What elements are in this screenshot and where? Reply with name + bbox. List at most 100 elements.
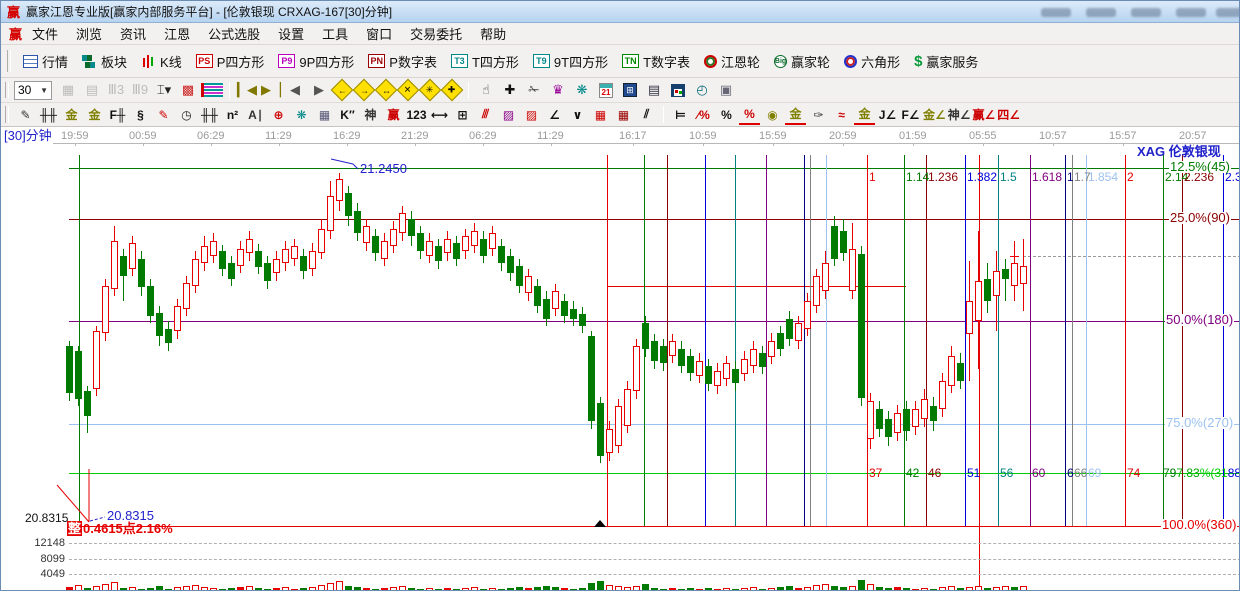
bars9-disabled-icon[interactable]: Ⅲ9	[129, 80, 151, 101]
label-part: 88	[1228, 466, 1240, 480]
four-angle-icon[interactable]: 四∠	[997, 105, 1020, 125]
pct-line-icon[interactable]: ∕%	[693, 105, 714, 125]
shen-tool-icon[interactable]: 神	[360, 105, 381, 125]
matrix-dark-icon[interactable]: ▦	[613, 105, 634, 125]
toolbar-grip[interactable]	[5, 106, 9, 122]
shen-angle-icon[interactable]: 神∠	[948, 105, 971, 125]
square-grid-icon[interactable]: ▦	[314, 105, 335, 125]
last-icon[interactable]: ▶▕	[260, 80, 282, 101]
world-clock-icon[interactable]: ◴	[691, 80, 713, 101]
fib-periods-icon[interactable]: F╫	[107, 105, 128, 125]
j-angle-icon[interactable]: J∠	[877, 105, 898, 125]
calculator-icon[interactable]: ⊞	[619, 80, 641, 101]
menu-item-帮助[interactable]: 帮助	[480, 24, 506, 43]
red-grid-icon[interactable]: ▩	[177, 80, 199, 101]
numbers-icon[interactable]: 123	[406, 105, 427, 125]
gold-under-icon[interactable]: 金	[785, 105, 806, 125]
spiral-icon[interactable]: §	[130, 105, 151, 125]
tool-赢家轮[interactable]: Big赢家轮	[774, 52, 830, 71]
gold-lines-1-icon[interactable]: 金	[61, 105, 82, 125]
menu-item-交易委托[interactable]: 交易委托	[410, 24, 462, 43]
wave-icon[interactable]: ≈	[831, 105, 852, 125]
menu-item-浏览[interactable]: 浏览	[76, 24, 102, 43]
ying-tool-icon[interactable]: 赢	[383, 105, 404, 125]
zoom-right-icon[interactable]: →	[353, 79, 376, 102]
gold-angle-icon[interactable]: 金∠	[923, 105, 946, 125]
hand-tool-icon[interactable]: ☝	[475, 80, 497, 101]
tool-P四方形[interactable]: PSP四方形	[196, 52, 265, 71]
text-tool-icon[interactable]: A∣	[245, 105, 266, 125]
cycle-clock-icon[interactable]: ◷	[176, 105, 197, 125]
tool-江恩轮[interactable]: 江恩轮	[704, 52, 760, 71]
tool-六角形[interactable]: 六角形	[844, 52, 900, 71]
angle-icon[interactable]: ∠	[544, 105, 565, 125]
periods-2-icon[interactable]: ╫╫	[199, 105, 220, 125]
menu-item-工具[interactable]: 工具	[322, 24, 348, 43]
menu-item-文件[interactable]: 文件	[32, 24, 58, 43]
zoom-plus-icon[interactable]: ✚	[441, 79, 464, 102]
measure-tool-icon[interactable]: ✁	[523, 80, 545, 101]
tool-9P四方形[interactable]: P99P四方形	[278, 52, 354, 71]
menu-item-江恩[interactable]: 江恩	[164, 24, 190, 43]
color-bars-icon[interactable]	[201, 83, 223, 97]
tool-P数字表[interactable]: PNP数字表	[368, 52, 437, 71]
red-pen-icon[interactable]: ✎	[153, 105, 174, 125]
menu-item-公式选股[interactable]: 公式选股	[208, 24, 260, 43]
purple-tool-icon[interactable]: ♛	[547, 80, 569, 101]
ying-angle-icon[interactable]: 赢∠	[973, 105, 996, 125]
zigzag-icon[interactable]: ∨	[567, 105, 588, 125]
pct-under-icon[interactable]: %	[739, 105, 760, 125]
kline-mark-icon[interactable]: K″	[337, 105, 358, 125]
zoom-x-icon[interactable]: ✕	[397, 79, 420, 102]
zoom-left-icon[interactable]: ←	[331, 79, 354, 102]
scale-icon[interactable]: ⊨	[670, 105, 691, 125]
zoom-star-icon[interactable]: ✳	[419, 79, 442, 102]
grid-disabled-icon[interactable]: ▦	[57, 80, 79, 101]
tool-K线[interactable]: K线	[141, 52, 182, 71]
fan-box-purple-icon[interactable]: ▨	[498, 105, 519, 125]
tool-行情[interactable]: 行情	[23, 52, 68, 71]
save-icon[interactable]	[667, 80, 689, 101]
notes-icon[interactable]: ▤	[643, 80, 665, 101]
prev-icon[interactable]: ◀	[284, 80, 306, 101]
zoom-fit-icon[interactable]: ↔	[375, 79, 398, 102]
marker-pen-icon[interactable]: ✑	[808, 105, 829, 125]
period-select[interactable]: 30▼	[14, 81, 52, 100]
crosshair-tool-icon[interactable]: ✚	[499, 80, 521, 101]
tool-T四方形[interactable]: T3T四方形	[451, 52, 519, 71]
tool-T数字表[interactable]: TNT数字表	[622, 52, 690, 71]
system-icon[interactable]: ▣	[715, 80, 737, 101]
teal-tool-icon[interactable]: ❋	[571, 80, 593, 101]
gann-circle-icon[interactable]: ⊕	[268, 105, 289, 125]
toolbar-grip[interactable]	[7, 50, 11, 72]
fan-box-red-icon[interactable]: ▨	[521, 105, 542, 125]
gold-lines-2-icon[interactable]: 金	[84, 105, 105, 125]
pen-icon[interactable]: ✎	[15, 105, 36, 125]
menu-item-资讯[interactable]: 资讯	[120, 24, 146, 43]
menu-item-设置[interactable]: 设置	[278, 24, 304, 43]
matrix-red-icon[interactable]: ▦	[590, 105, 611, 125]
h-arrows-icon[interactable]: ⟷	[429, 105, 450, 125]
box-tool-icon[interactable]: ⊞	[452, 105, 473, 125]
gold-cut-icon[interactable]: 金	[854, 105, 875, 125]
toolbar-grip[interactable]	[5, 82, 9, 99]
f-angle-icon[interactable]: F∠	[900, 105, 921, 125]
first-icon[interactable]: ▎◀	[236, 80, 258, 101]
calendar-icon[interactable]: 21	[595, 80, 617, 101]
pct-icon[interactable]: %	[716, 105, 737, 125]
fan-red-icon[interactable]: ⫻	[475, 105, 496, 125]
menu-item-窗口[interactable]: 窗口	[366, 24, 392, 43]
gold-circle-icon[interactable]: ◉	[762, 105, 783, 125]
star-grid-icon[interactable]: ❋	[291, 105, 312, 125]
square-n-icon[interactable]: n²	[222, 105, 243, 125]
candle-style-icon[interactable]: ⌶▾	[153, 80, 175, 101]
tool-9T四方形[interactable]: T99T四方形	[533, 52, 608, 71]
next-icon[interactable]: ▶	[308, 80, 330, 101]
tool-板块[interactable]: 板块	[82, 52, 127, 71]
tool-赢家服务[interactable]: $赢家服务	[914, 52, 978, 71]
list-disabled-icon[interactable]: ▤	[81, 80, 103, 101]
parallel-icon[interactable]: ⫽	[636, 105, 657, 125]
periods-icon[interactable]: ╫╫	[38, 105, 59, 125]
chart-canvas[interactable]: [30]分钟XAG 伦敦银现19:5900:5906:2911:2916:292…	[1, 127, 1240, 591]
bars3-disabled-icon[interactable]: Ⅲ3	[105, 80, 127, 101]
